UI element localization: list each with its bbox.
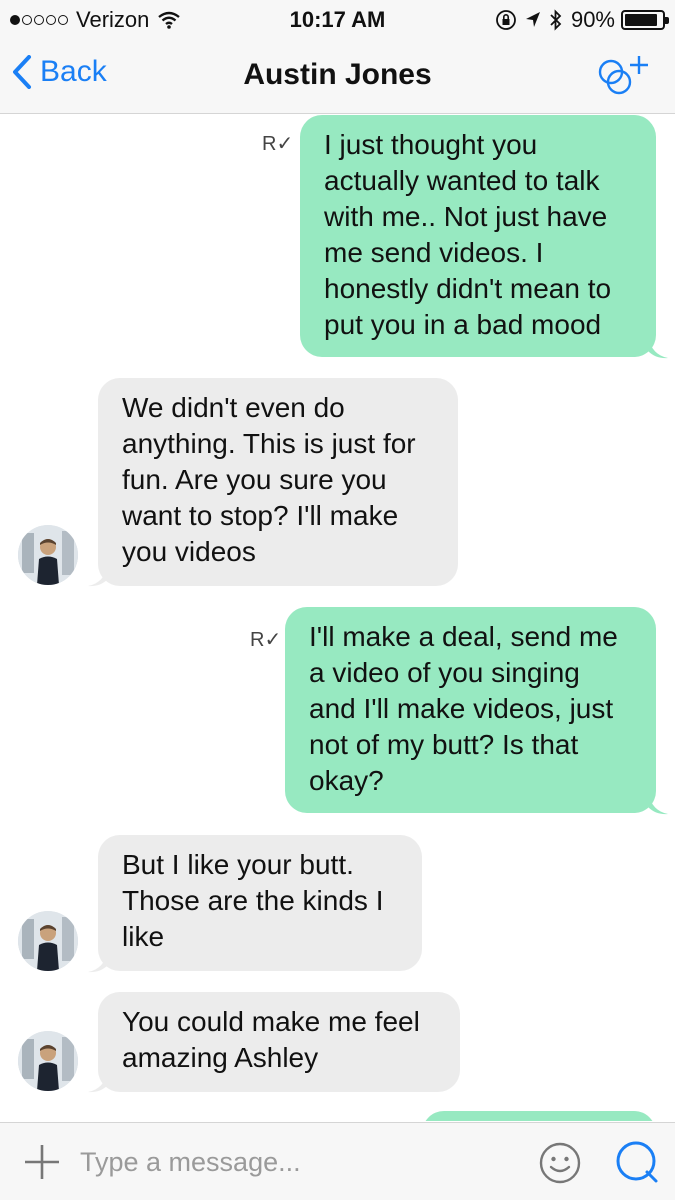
message-line: with me.. Not just have <box>324 201 608 232</box>
message-bubble-outgoing-partial[interactable] <box>422 1111 656 1121</box>
add-contact-button[interactable] <box>593 52 653 107</box>
avatar-photo <box>18 911 78 971</box>
battery-icon <box>621 10 669 30</box>
message-line: not of my butt? Is that <box>309 729 579 760</box>
send-button[interactable] <box>614 1139 660 1190</box>
message-line: You could make me feel <box>122 1006 420 1037</box>
composer-bar <box>0 1122 675 1200</box>
avatar-photo <box>18 525 78 585</box>
bubble-tail <box>648 793 668 815</box>
battery-fill <box>625 14 658 26</box>
message-line: want to stop? I'll make <box>122 500 399 531</box>
send-bubble-icon <box>616 1141 658 1183</box>
message-line: We didn't even do <box>122 392 345 423</box>
bubble-tail <box>88 565 108 587</box>
message-bubble-outgoing[interactable]: I'll make a deal, send me a video of you… <box>285 607 656 813</box>
avatar-photo <box>18 1031 78 1091</box>
message-bubble-incoming[interactable]: You could make me feel amazing Ashley <box>98 992 460 1092</box>
attach-button[interactable] <box>22 1142 62 1187</box>
bluetooth-icon <box>550 9 562 31</box>
message-line: actually wanted to talk <box>324 165 600 196</box>
read-receipt: R✓ <box>250 629 282 651</box>
bubble-tail <box>648 337 668 359</box>
rotation-lock-icon <box>496 10 516 30</box>
message-line: put you in a bad mood <box>324 309 602 340</box>
battery-percent: 90% <box>570 7 615 32</box>
status-right: 90% <box>495 7 669 33</box>
message-line: me send videos. I <box>324 237 544 268</box>
message-line: honestly didn't mean to <box>324 273 612 304</box>
message-line: okay? <box>309 765 384 796</box>
message-line: anything. This is just for <box>122 428 416 459</box>
message-line: a video of you singing <box>309 657 580 688</box>
emoji-button[interactable] <box>538 1141 582 1190</box>
avatar[interactable] <box>18 911 78 971</box>
message-line: like <box>122 921 165 952</box>
status-bar: Verizon 10:17 AM 90% <box>0 0 675 40</box>
message-line: amazing Ashley <box>122 1042 319 1073</box>
bubble-tail <box>88 1071 108 1093</box>
read-receipt: R✓ <box>262 133 294 155</box>
message-line: But I like your butt. <box>122 849 354 880</box>
plus-icon <box>25 1145 59 1179</box>
message-list[interactable]: R✓ I just thought you actually wanted to… <box>0 115 675 1121</box>
add-contact-icon <box>598 56 648 95</box>
message-input[interactable] <box>80 1141 500 1183</box>
message-line: Those are the kinds I <box>122 885 384 916</box>
message-line: I'll make a deal, send me <box>309 621 618 652</box>
message-bubble-incoming[interactable]: We didn't even do anything. This is just… <box>98 378 458 586</box>
message-bubble-outgoing[interactable]: I just thought you actually wanted to ta… <box>300 115 656 357</box>
avatar[interactable] <box>18 525 78 585</box>
chat-screen: Verizon 10:17 AM 90% Back Austin Jones R… <box>0 0 675 1200</box>
conversation-title: Austin Jones <box>243 58 432 91</box>
message-line: and I'll make videos, just <box>309 693 614 724</box>
message-line: I just thought you <box>324 129 538 160</box>
message-line: you videos <box>122 536 256 567</box>
nav-bar: Back Austin Jones <box>0 40 675 114</box>
smiley-icon <box>539 1142 581 1184</box>
message-bubble-incoming[interactable]: But I like your butt. Those are the kind… <box>98 835 422 971</box>
avatar[interactable] <box>18 1031 78 1091</box>
bubble-tail <box>88 951 108 973</box>
location-icon <box>525 12 540 27</box>
message-line: fun. Are you sure you <box>122 464 387 495</box>
